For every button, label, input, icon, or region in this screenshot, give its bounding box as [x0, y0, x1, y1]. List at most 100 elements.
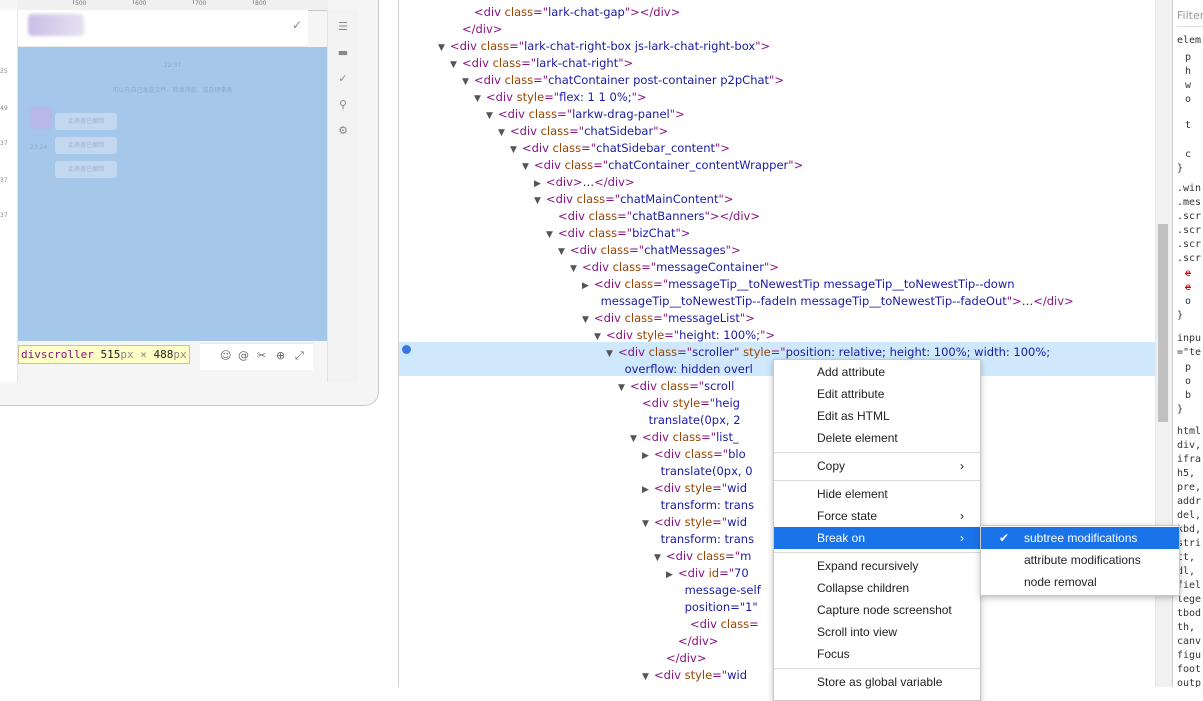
dom-node-line[interactable]: ▼ <div class="lark-chat-right-box js-lark… — [438, 38, 770, 55]
menu-item-delete-element[interactable]: Delete element — [774, 427, 980, 449]
collapse-triangle-icon[interactable]: ▼ — [534, 193, 546, 210]
dom-node-line[interactable]: <div class="lark-chat-gap"></div> — [474, 4, 680, 21]
emoji-icon[interactable]: ☺ — [220, 349, 231, 362]
dom-node-line[interactable]: <div class= — [690, 616, 759, 633]
collapse-triangle-icon[interactable]: ▼ — [450, 57, 462, 74]
break-on-subtree-modifications[interactable]: ✔ subtree modifications — [981, 527, 1179, 549]
node-token: style — [516, 90, 545, 104]
dom-node-line[interactable]: ▼ <div style="flex: 1 1 0%;"> — [474, 89, 647, 106]
dom-node-line[interactable]: ▼ <div class="chatSidebar"> — [498, 123, 668, 140]
menu-item-expand-recursively[interactable]: Expand recursively — [774, 555, 980, 577]
node-token: <div — [642, 430, 673, 444]
collapse-triangle-icon[interactable]: ▼ — [462, 74, 474, 91]
dom-node-line[interactable]: </div> — [666, 650, 706, 667]
break-on-attribute-modifications[interactable]: attribute modifications — [981, 549, 1179, 571]
menu-item-scroll-into-view[interactable]: Scroll into view — [774, 621, 980, 643]
node-token: =" — [521, 56, 537, 70]
collapse-triangle-icon[interactable]: ▼ — [498, 125, 510, 142]
menu-item-copy[interactable]: Copy › — [774, 455, 980, 477]
at-icon[interactable]: @ — [238, 349, 249, 362]
dom-node-line[interactable]: messageTip__toNewestTip--fadeIn messageT… — [601, 293, 1074, 310]
chat-list-time: 49 — [0, 105, 8, 112]
dom-node-line[interactable]: ▼ <div class="chatSidebar_content"> — [510, 140, 730, 157]
dom-node-line[interactable]: ▶ <div class="messageTip__toNewestTip mes… — [582, 276, 1015, 293]
menu-item-focus[interactable]: Focus — [774, 643, 980, 665]
expand-triangle-icon[interactable]: ▶ — [642, 448, 654, 465]
dom-node-line[interactable]: ▶ <div id="70 — [666, 565, 749, 582]
collapse-triangle-icon[interactable]: ▼ — [474, 91, 486, 108]
menu-item-edit-as-html[interactable]: Edit as HTML — [774, 405, 980, 427]
menu-item-collapse-children[interactable]: Collapse children — [774, 577, 980, 599]
expand-triangle-icon[interactable]: ▶ — [582, 278, 594, 295]
collapse-triangle-icon[interactable]: ▼ — [510, 142, 522, 159]
collapse-triangle-icon[interactable]: ▼ — [582, 312, 594, 329]
scissors-icon[interactable]: ✂ — [257, 349, 266, 362]
dom-node-line[interactable]: </div> — [462, 21, 502, 38]
dom-node-line[interactable]: ▼ <div class="messageList"> — [582, 310, 755, 327]
dom-node-line[interactable]: translate(0px, 2 — [649, 412, 741, 429]
collapse-triangle-icon[interactable]: ▼ — [486, 108, 498, 125]
dom-node-line[interactable]: position="1" — [685, 599, 758, 616]
styles-filter-input[interactable]: Filter — [1177, 6, 1203, 27]
dom-node-line[interactable]: transform: trans — [661, 531, 754, 548]
collapse-triangle-icon[interactable]: ▼ — [618, 380, 630, 397]
collapse-triangle-icon[interactable]: ▼ — [606, 346, 618, 363]
node-token: <div — [606, 328, 637, 342]
dom-node-line[interactable]: ▼ <div class="bizChat"> — [546, 225, 690, 242]
collapse-triangle-icon[interactable]: ▼ — [546, 227, 558, 244]
collapse-triangle-icon[interactable]: ▼ — [558, 244, 570, 261]
dom-node-line[interactable]: <div class="chatBanners"></div> — [558, 208, 760, 225]
dom-node-line[interactable]: ▼ <div class="chatContainer_contentWrappe… — [522, 157, 803, 174]
collapse-triangle-icon[interactable]: ▼ — [630, 431, 642, 448]
menu-item-capture-node-screenshot[interactable]: Capture node screenshot — [774, 599, 980, 621]
dom-node-line[interactable]: ▼ <div class="lark-chat-right"> — [450, 55, 633, 72]
expand-icon[interactable]: ⤢ — [295, 349, 304, 363]
menu-item-store-as-global-variable[interactable]: Store as global variable — [774, 671, 980, 693]
dom-node-line[interactable]: transform: trans — [661, 497, 754, 514]
check-icon[interactable]: ✓ — [336, 72, 350, 86]
elements-scrollbar-thumb[interactable] — [1158, 224, 1168, 422]
dom-node-line[interactable]: ▶ <div>…</div> — [534, 174, 635, 191]
collapse-triangle-icon[interactable]: ▼ — [594, 329, 606, 346]
collapse-triangle-icon[interactable]: ▼ — [642, 516, 654, 533]
dom-node-line[interactable]: ▼ <div class="list_ — [630, 429, 739, 446]
dom-node-line[interactable]: ▼ <div class="chatMessages"> — [558, 242, 741, 259]
pin-icon[interactable]: ⚲ — [336, 98, 350, 112]
dom-node-line[interactable]: ▼ <div style="height: 100%;"> — [594, 327, 775, 344]
break-on-node-removal[interactable]: node removal — [981, 571, 1179, 593]
dom-node-line[interactable]: ▼ <div class="m — [654, 548, 751, 565]
collapse-triangle-icon[interactable]: ▼ — [438, 40, 450, 57]
check-icon[interactable]: ✓ — [292, 18, 302, 32]
collapse-triangle-icon[interactable]: ▼ — [522, 159, 534, 176]
breakpoint-marker-icon[interactable] — [402, 345, 411, 354]
dom-node-line[interactable]: message-self — [685, 582, 761, 599]
dom-node-line[interactable]: ▼ <div class="chatContainer post-containe… — [462, 72, 784, 89]
collapse-triangle-icon[interactable]: ▼ — [642, 669, 654, 686]
node-token: "> — [769, 73, 784, 87]
node-token: style — [684, 668, 713, 682]
add-circle-icon[interactable]: ⊕ — [276, 349, 285, 362]
menu-item-force-state[interactable]: Force state › — [774, 505, 980, 527]
expand-triangle-icon[interactable]: ▶ — [642, 482, 654, 499]
dom-node-line[interactable]: ▼ <div class="scroll — [618, 378, 734, 395]
node-token: class — [672, 430, 702, 444]
node-token: <div — [582, 260, 613, 274]
gear-icon[interactable]: ⚙ — [336, 124, 350, 138]
dom-node-line[interactable]: ▼ <div class="messageContainer"> — [570, 259, 779, 276]
menu-item-break-on[interactable]: Break on › — [774, 527, 980, 549]
node-token: =" — [641, 260, 657, 274]
dom-node-line[interactable]: ▼ <div class="chatMainContent"> — [534, 191, 733, 208]
collapse-triangle-icon[interactable]: ▼ — [654, 550, 666, 567]
node-token: <div — [654, 668, 685, 682]
search-list-icon[interactable]: ☰ — [336, 20, 350, 34]
menu-item-hide-element[interactable]: Hide element — [774, 483, 980, 505]
collapse-triangle-icon[interactable]: ▼ — [570, 261, 582, 278]
menu-item-edit-attribute[interactable]: Edit attribute — [774, 383, 980, 405]
expand-triangle-icon[interactable]: ▶ — [666, 567, 678, 584]
menu-item-add-attribute[interactable]: Add attribute — [774, 361, 980, 383]
node-token: <div — [558, 209, 589, 223]
dom-node-line[interactable]: </div> — [678, 633, 718, 650]
folder-icon[interactable]: ▬ — [336, 46, 350, 60]
dom-node-line[interactable]: ▼ <div class="larkw-drag-panel"> — [486, 106, 685, 123]
node-token: class — [588, 226, 618, 240]
